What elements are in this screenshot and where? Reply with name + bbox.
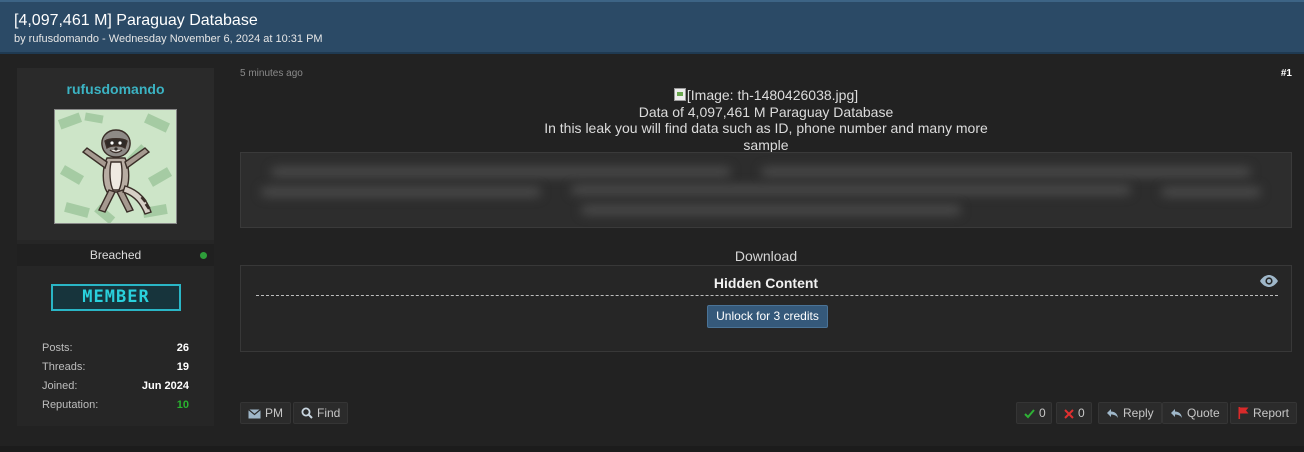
stat-label: Posts: (42, 342, 73, 354)
user-block: rufusdomando (17, 68, 214, 240)
broken-image-icon (673, 88, 686, 101)
search-icon (301, 407, 313, 419)
pm-button[interactable]: PM (240, 402, 291, 424)
reply-icon (1107, 409, 1118, 418)
online-status-row: Breached (17, 244, 214, 266)
stat-joined: Joined: Jun 2024 (42, 380, 189, 399)
reply-button[interactable]: Reply (1098, 402, 1162, 424)
status-label: Breached (89, 248, 142, 262)
stat-label: Reputation: (42, 399, 99, 411)
flag-icon (1238, 407, 1249, 419)
post-line: Data of 4,097,461 M Paraguay Database (638, 103, 894, 120)
thread-header: [4,097,461 M] Paraguay Database by rufus… (0, 0, 1304, 54)
reply-label: Reply (1123, 406, 1154, 420)
dislike-button[interactable]: 0 (1056, 402, 1092, 424)
author-sidebar: rufusdomando Breached MEMBER Posts: 26 T… (17, 68, 214, 426)
stat-reputation: Reputation: 10 (42, 399, 189, 418)
like-count: 0 (1039, 406, 1046, 420)
find-label: Find (317, 406, 341, 420)
post-number-link[interactable]: #1 (1281, 68, 1292, 79)
blurred-sample-image (240, 152, 1292, 228)
pm-label: PM (265, 406, 283, 420)
post-line: In this leak you will find data such as … (544, 120, 988, 136)
quote-label: Quote (1187, 406, 1220, 420)
eye-icon[interactable] (1259, 274, 1279, 288)
stat-posts: Posts: 26 (42, 342, 189, 361)
stat-label: Threads: (42, 361, 86, 373)
report-button[interactable]: Report (1230, 402, 1298, 424)
like-button[interactable]: 0 (1016, 402, 1052, 424)
author-stats: Posts: 26 Threads: 19 Joined: Jun 2024 R… (42, 342, 189, 418)
stat-value: Jun 2024 (141, 380, 189, 392)
dislike-count: 0 (1078, 406, 1085, 420)
checkmark-icon (1024, 409, 1035, 419)
unlock-button[interactable]: Unlock for 3 credits (707, 305, 828, 328)
find-button[interactable]: Find (293, 402, 349, 424)
hidden-content-box: Hidden Content Unlock for 3 credits (240, 265, 1292, 352)
author-username[interactable]: rufusdomando (17, 81, 214, 97)
stat-value[interactable]: 19 (177, 361, 189, 373)
thread-byline: by rufusdomando - Wednesday November 6, … (14, 33, 323, 45)
post-image: [Image: th-1480426038.jpg] (240, 87, 1292, 104)
quote-icon (1171, 409, 1182, 418)
raccoon-avatar-icon (55, 110, 176, 223)
stat-threads: Threads: 19 (42, 361, 189, 380)
x-icon (1064, 409, 1074, 419)
quote-button[interactable]: Quote (1162, 402, 1228, 424)
image-alt-text: [Image: th-1480426038.jpg] (686, 87, 859, 103)
divider (256, 295, 1278, 296)
thread-title[interactable]: [4,097,461 M] Paraguay Database (14, 12, 258, 30)
post-line: sample (743, 136, 789, 153)
avatar[interactable] (54, 109, 177, 224)
report-label: Report (1253, 406, 1290, 420)
stat-label: Joined: (42, 380, 78, 392)
envelope-icon (248, 409, 261, 419)
hidden-content-title: Hidden Content (713, 275, 819, 291)
online-indicator-icon (200, 252, 207, 259)
stat-value[interactable]: 26 (177, 342, 189, 354)
post-timestamp: 5 minutes ago (240, 68, 303, 79)
post-content: 5 minutes ago #1 [Image: th-1480426038.j… (240, 54, 1298, 446)
stat-value[interactable]: 10 (177, 399, 189, 411)
post-body: [Image: th-1480426038.jpg] Data of 4,097… (240, 87, 1292, 153)
rank-badge: MEMBER (51, 284, 181, 311)
post-container: rufusdomando Breached MEMBER Posts: 26 T… (0, 54, 1304, 446)
download-label: Download (734, 248, 798, 264)
